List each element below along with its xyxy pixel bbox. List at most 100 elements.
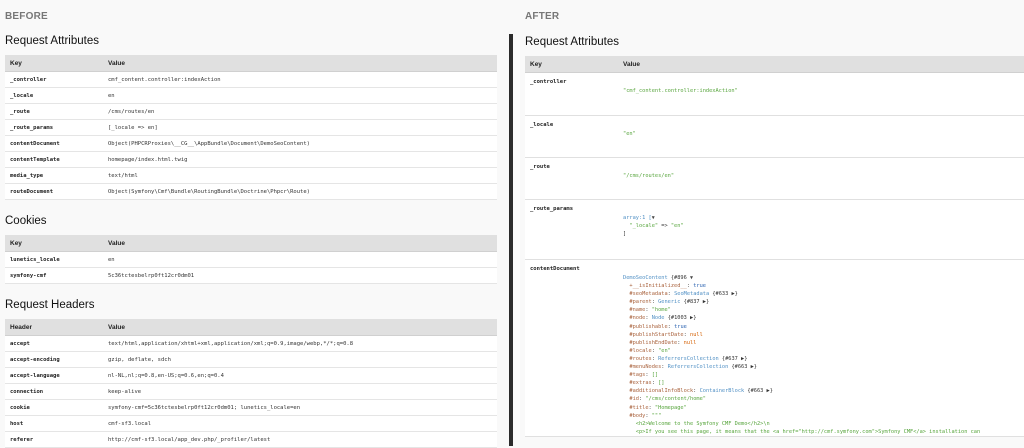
body-line: <p>If you see this page, it means that t… bbox=[635, 428, 981, 435]
array-value: "en" bbox=[670, 223, 684, 230]
dump-prop: +__isInitialized__ bbox=[629, 283, 687, 290]
cookies-table: Key Value lunetics_locale en symfony-cmf 5c… bbox=[5, 235, 497, 284]
column-header-header: Header bbox=[5, 319, 103, 336]
column-header-key: Key bbox=[525, 56, 618, 73]
column-header-value: Value bbox=[103, 235, 497, 252]
table-row: _controller cmf_content.controller:indexA… bbox=[5, 71, 497, 88]
row-key: _locale bbox=[5, 87, 103, 104]
dump-ref[interactable]: {#663 ▶} bbox=[728, 364, 757, 370]
collapse-toggle-icon[interactable]: ▼ bbox=[652, 215, 655, 221]
request-headers-table: Header Value accept text/html,application… bbox=[5, 319, 497, 448]
row-key: media_type bbox=[5, 167, 103, 184]
dump-ref[interactable]: {#1003 ▶} bbox=[665, 315, 697, 321]
dump-value: "/cms/routes/en" bbox=[623, 173, 675, 179]
dump-line: #title: "Homepage" bbox=[623, 404, 687, 411]
dump-value: true bbox=[674, 323, 687, 330]
column-header-key: Key bbox=[5, 235, 103, 252]
row-key: host bbox=[5, 415, 103, 432]
body-line: <h2>Welcome to the Symfony CMF Demo</h2>… bbox=[635, 420, 770, 427]
dump-line: #parent: Generic {#837 ▶} bbox=[623, 299, 709, 305]
dump-value: "en" bbox=[623, 131, 636, 137]
dump-line: #menuNodes: ReferrersCollection {#663 ▶} bbox=[623, 364, 757, 370]
row-key: symfony-cmf bbox=[5, 267, 103, 284]
dump-line: #routes: ReferrersCollection {#637 ▶} bbox=[623, 356, 747, 362]
dump-line: #node: Node {#1003 ▶} bbox=[623, 315, 696, 321]
row-key: contentDocument bbox=[5, 135, 103, 152]
dump-line: #publishStartDate: null bbox=[623, 331, 702, 338]
dump-value: Generic bbox=[658, 299, 681, 306]
dump-prop: #seoMetadata bbox=[629, 291, 668, 298]
table-row: _controller "cmf_content.controller:inde… bbox=[525, 72, 1024, 116]
row-value: cmf_content.controller:indexAction bbox=[103, 71, 497, 88]
table-row: media_type text/html bbox=[5, 167, 497, 184]
table-row: _route_params [_locale => en] bbox=[5, 119, 497, 136]
row-key: contentTemplate bbox=[5, 151, 103, 168]
row-value: keep-alive bbox=[103, 383, 497, 400]
row-key: referer bbox=[5, 431, 103, 448]
collapse-toggle-icon[interactable]: ▼ bbox=[690, 275, 693, 281]
table-row: contentDocument DemoSeoContent {#896 ▼ +… bbox=[525, 259, 1024, 437]
dump-value: ContainerBlock bbox=[699, 388, 745, 395]
row-value: nl-NL,nl;q=0.8,en-US;q=0.6,en;q=0.4 bbox=[103, 367, 497, 384]
column-header-value: Value bbox=[618, 56, 1024, 73]
dump-value: "Homepage" bbox=[654, 404, 687, 411]
dump-prop: #tags bbox=[629, 372, 646, 379]
table-row: _route_params array:1 [▼ "_locale" => "e… bbox=[525, 199, 1024, 260]
request-attributes-title: Request Attributes bbox=[525, 36, 619, 48]
request-attributes-title: Request Attributes bbox=[5, 35, 99, 47]
dump-line: #extras: [] bbox=[623, 380, 665, 387]
dump-ref[interactable]: {#837 ▶} bbox=[680, 299, 710, 305]
row-value: cmf-sf3.local bbox=[103, 415, 497, 432]
row-value: /cms/routes/en bbox=[103, 103, 497, 120]
row-key: accept bbox=[5, 335, 103, 352]
dump-value: [] bbox=[658, 380, 665, 387]
row-value: http://cmf-sf3.local/app_dev.php/_profil… bbox=[103, 431, 497, 448]
dump-ref[interactable]: {#637 ▶} bbox=[719, 356, 748, 362]
row-value: homepage/index.html.twig bbox=[103, 151, 497, 168]
dump-prop: #routes bbox=[629, 355, 652, 362]
row-key: _controller bbox=[5, 71, 103, 88]
row-value: gzip, deflate, sdch bbox=[103, 351, 497, 368]
dump-line: #additionalInfoBlock: ContainerBlock {#6… bbox=[623, 388, 773, 394]
row-key: _route bbox=[5, 103, 103, 120]
dump-value: "cmf_content.controller:indexAction" bbox=[623, 88, 738, 94]
dump-ref[interactable]: {#633 ▶} bbox=[709, 291, 738, 297]
row-value: Object(PHPCRProxies\__CG__\AppBundle\Doc… bbox=[103, 135, 497, 152]
comparison-divider bbox=[509, 34, 513, 446]
row-key: cookie bbox=[5, 399, 103, 416]
dump-value: Node bbox=[651, 315, 665, 322]
table-row: host cmf-sf3.local bbox=[5, 415, 497, 432]
row-key: _route bbox=[525, 157, 618, 200]
table-row: accept-language nl-NL,nl;q=0.8,en-US;q=0.… bbox=[5, 367, 497, 384]
column-header-value: Value bbox=[103, 55, 497, 72]
dump-ref: {#896 bbox=[670, 275, 687, 281]
dump-prop: #body bbox=[629, 412, 646, 419]
column-header-value: Value bbox=[103, 319, 497, 336]
table-row: _route "/cms/routes/en" bbox=[525, 157, 1024, 200]
row-value: text/html,application/xhtml+xml,applicat… bbox=[103, 335, 497, 352]
dump-value: null bbox=[683, 339, 697, 346]
dump-prop: #title bbox=[629, 404, 649, 411]
dump-value: [] bbox=[651, 372, 659, 379]
row-value: Object(Symfony\Cmf\Bundle\RoutingBundle\… bbox=[103, 183, 497, 200]
dump-value: "en" bbox=[658, 347, 671, 354]
table-row: accept-encoding gzip, deflate, sdch bbox=[5, 351, 497, 368]
row-value: en bbox=[103, 251, 497, 268]
dump-line: #body: """ bbox=[623, 413, 661, 419]
dump-line: #locale: "en" bbox=[623, 347, 671, 354]
dump-prop: #parent bbox=[629, 299, 652, 306]
request-headers-title: Request Headers bbox=[5, 299, 95, 311]
request-attributes-dump-table: Key Value _controller "cmf_content.contr… bbox=[525, 56, 1024, 437]
dump-ref[interactable]: {#663 ▶} bbox=[744, 388, 773, 394]
row-key: contentDocument bbox=[525, 259, 618, 437]
dump-prop: #node bbox=[629, 315, 646, 322]
row-value: text/html bbox=[103, 167, 497, 184]
dump-prop: #extras bbox=[629, 380, 652, 387]
dump-prop: #id bbox=[629, 396, 639, 403]
row-key: connection bbox=[5, 383, 103, 400]
dump-prop: #publishStartDate bbox=[629, 331, 684, 338]
dump-line: +__isInitialized__: true bbox=[623, 283, 706, 289]
table-row: _locale "en" bbox=[525, 115, 1024, 158]
array-summary: array:1 [ bbox=[623, 215, 652, 221]
row-value: [_locale => en] bbox=[103, 119, 497, 136]
